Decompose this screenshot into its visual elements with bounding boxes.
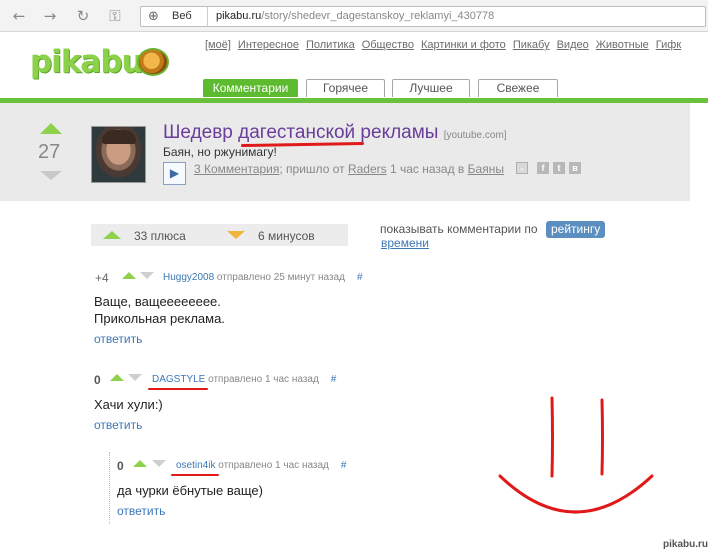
comments-count-link[interactable]: 3 Комментария — [194, 162, 279, 176]
upvote-arrow-icon[interactable] — [40, 123, 62, 134]
meta-time-text: 1 час назад в — [386, 162, 468, 176]
nav-link-video[interactable]: Видео — [557, 39, 589, 51]
site-header: pikabu [моё] Интересное Политика Общество Ка… — [0, 32, 708, 100]
nav-link-gifs[interactable]: Гифк — [656, 39, 681, 51]
comment-meta: Huggy2008 отправлено 25 минут назад # — [163, 272, 363, 283]
story-rating: 27 — [38, 141, 61, 163]
comment-downvote-icon[interactable] — [140, 272, 154, 279]
story-title[interactable]: Шедевр дагестанской рекламы [youtube.com… — [163, 122, 507, 144]
reload-icon[interactable]: ↻ — [74, 7, 92, 25]
reply-link[interactable]: ответить — [117, 504, 165, 518]
address-bar[interactable]: ⊕ Веб pikabu.ru/story/shedevr_dagestansk… — [140, 6, 706, 27]
red-marker-underline — [148, 388, 208, 390]
globe-icon: ⊕ — [148, 9, 159, 24]
nav-link-politics[interactable]: Политика — [306, 39, 355, 51]
forward-icon[interactable]: → — [41, 7, 59, 25]
story-source: [youtube.com] — [443, 130, 507, 141]
story-category-link[interactable]: Баяны — [468, 162, 504, 176]
title-part-start: Шедевр — [163, 122, 239, 143]
comment-time: отправлено 1 час назад — [215, 460, 329, 471]
story-meta: 3 Комментария; пришло от Raders 1 час на… — [194, 162, 504, 176]
comment-permalink[interactable]: # — [341, 460, 347, 471]
comment-score: 0 — [117, 459, 124, 473]
smiley-mouth — [498, 474, 654, 514]
comment-permalink[interactable]: # — [357, 272, 363, 283]
cookie-logo-icon — [137, 48, 169, 76]
comment-time: отправлено 1 час назад — [205, 374, 319, 385]
comment-author-link[interactable]: DAGSTYLE — [152, 374, 205, 385]
comment-text: да чурки ёбнутые ваще) — [117, 482, 263, 499]
tab-best[interactable]: Лучшее — [392, 79, 470, 97]
video-play-icon[interactable]: ▶ — [163, 162, 186, 185]
nav-link-animals[interactable]: Животные — [596, 39, 649, 51]
reply-link[interactable]: ответить — [94, 332, 142, 346]
comment-line: да чурки ёбнутые ваще) — [117, 483, 263, 498]
title-part-highlighted: дагестанской — [238, 122, 356, 143]
save-icon[interactable]: ▫ — [516, 162, 528, 174]
nav-link-mine[interactable]: [моё] — [205, 39, 231, 51]
meta-from-text: ; пришло от — [279, 162, 348, 176]
downvote-arrow-icon[interactable] — [40, 171, 62, 180]
red-marker-underline — [171, 474, 219, 476]
facebook-icon[interactable]: f — [537, 162, 549, 174]
comment-downvote-icon[interactable] — [128, 374, 142, 381]
plus-count: 33 плюса — [134, 229, 186, 243]
url-text[interactable]: pikabu.ru/story/shedevr_dagestanskoy_rek… — [216, 10, 494, 22]
comment-meta: osetin4ik отправлено 1 час назад # — [176, 460, 346, 471]
comment-upvote-icon[interactable] — [133, 460, 147, 467]
back-icon[interactable]: ← — [10, 7, 28, 25]
tab-comments[interactable]: Комментарии — [203, 79, 298, 97]
sort-by-time-link[interactable]: времени — [381, 236, 429, 250]
story-description: Баян, но ржунимагу! — [163, 145, 277, 159]
minus-count: 6 минусов — [258, 229, 315, 243]
vote-stats: 33 плюса 6 минусов — [91, 224, 348, 246]
site-logo[interactable]: pikabu — [30, 44, 144, 80]
vkontakte-icon[interactable]: в — [569, 162, 581, 174]
smiley-left-eye — [550, 396, 554, 478]
comment-text: Хачи хули:) — [94, 396, 163, 413]
address-mode-label: Веб — [172, 10, 192, 22]
comment-score: +4 — [95, 271, 109, 285]
hand-drawn-smiley — [498, 396, 654, 514]
tab-fresh[interactable]: Свежее — [478, 79, 558, 97]
sort-label: показывать комментарии по — [380, 222, 538, 236]
reply-thread-line — [109, 452, 110, 524]
comment-permalink[interactable]: # — [331, 374, 337, 385]
key-icon[interactable]: ⚿ — [106, 7, 124, 25]
comment-author-link[interactable]: osetin4ik — [176, 460, 215, 471]
nav-link-pikabu[interactable]: Пикабу — [513, 39, 550, 51]
story-block: 27 Шедевр дагестанской рекламы [youtube.… — [0, 103, 690, 201]
comment-upvote-icon[interactable] — [110, 374, 124, 381]
comment-score: 0 — [94, 373, 101, 387]
url-path: /story/shedevr_dagestanskoy_reklamyi_430… — [261, 10, 495, 22]
story-thumbnail[interactable] — [91, 126, 146, 183]
comment-upvote-icon[interactable] — [122, 272, 136, 279]
title-part-end: рекламы — [355, 122, 439, 143]
story-author-link[interactable]: Raders — [348, 162, 387, 176]
nav-link-pictures[interactable]: Картинки и фото — [421, 39, 506, 51]
sort-by-rating-button[interactable]: рейтингу — [546, 221, 606, 238]
browser-toolbar: ← → ↻ ⚿ ⊕ Веб pikabu.ru/story/shedevr_da… — [0, 0, 708, 32]
tab-hot[interactable]: Горячее — [306, 79, 385, 97]
url-host: pikabu.ru — [216, 10, 262, 22]
comment-meta: DAGSTYLE отправлено 1 час назад # — [152, 374, 336, 385]
plus-arrow-icon — [103, 231, 121, 239]
top-navigation: [моё] Интересное Политика Общество Картинки … — [205, 39, 688, 51]
comment-text: Ваще, ващееееееее. Прикольная реклама. — [94, 293, 225, 327]
thumbnail-hair-shape — [102, 130, 136, 144]
smiley-right-eye — [600, 398, 604, 476]
comment-line: Ваще, ващееееееее. — [94, 294, 221, 309]
address-divider — [207, 7, 208, 26]
watermark: pikabu.ru — [663, 539, 708, 550]
twitter-icon[interactable]: t — [553, 162, 565, 174]
nav-link-interesting[interactable]: Интересное — [238, 39, 299, 51]
comment-time: отправлено 25 минут назад — [214, 272, 345, 283]
minus-arrow-icon — [227, 231, 245, 239]
comment-downvote-icon[interactable] — [152, 460, 166, 467]
nav-link-society[interactable]: Общество — [362, 39, 414, 51]
comment-author-link[interactable]: Huggy2008 — [163, 272, 214, 283]
comment-line: Хачи хули:) — [94, 397, 163, 412]
comment-line: Прикольная реклама. — [94, 311, 225, 326]
reply-link[interactable]: ответить — [94, 418, 142, 432]
